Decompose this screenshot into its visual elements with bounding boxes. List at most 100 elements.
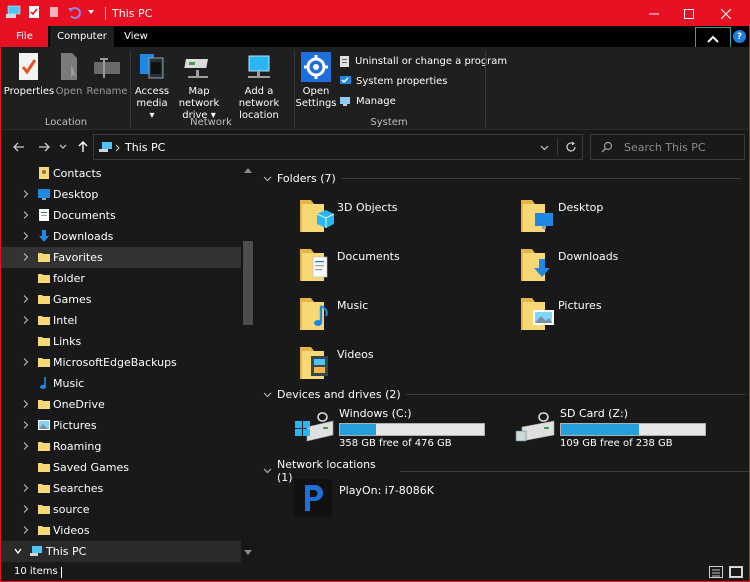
help-button[interactable]: ? xyxy=(733,30,746,43)
nav-pane-scrollbar[interactable] xyxy=(241,163,255,561)
close-button[interactable] xyxy=(707,1,745,26)
rename-label: Rename xyxy=(86,86,128,97)
tree-item-contacts[interactable]: Contacts xyxy=(1,163,241,184)
minimize-button[interactable] xyxy=(635,1,673,26)
scroll-up-icon[interactable] xyxy=(244,168,252,173)
chevron-right-icon[interactable] xyxy=(21,231,31,241)
map-network-drive-button[interactable]: Map network drive ▾ xyxy=(171,51,227,122)
arrow-left-icon xyxy=(13,142,24,152)
desktop-folder-icon xyxy=(37,187,51,201)
tree-item-downloads[interactable]: Downloads xyxy=(1,226,241,247)
chevron-down-icon xyxy=(263,468,272,474)
ribbon-tabs: File Computer View ? xyxy=(1,26,749,50)
tree-item-favorites[interactable]: Favorites xyxy=(1,247,241,268)
chevron-right-icon[interactable] xyxy=(21,210,31,220)
tree-item-source[interactable]: source xyxy=(1,499,241,520)
tree-item-links[interactable]: Links xyxy=(1,331,241,352)
address-bar[interactable]: This PC xyxy=(93,134,583,160)
up-button[interactable] xyxy=(75,139,91,155)
drives-section-header[interactable]: Devices and drives (2) xyxy=(263,388,746,401)
drive-tile-windows-c[interactable]: Windows (C:) 358 GB free of 476 GB xyxy=(293,407,503,451)
chevron-right-icon[interactable] xyxy=(21,441,31,451)
folder-tile-documents[interactable]: Documents xyxy=(299,245,499,289)
forward-button[interactable] xyxy=(36,139,52,155)
chevron-right-icon[interactable] xyxy=(21,252,31,262)
properties-qat-icon[interactable] xyxy=(27,5,41,19)
details-view-icon[interactable] xyxy=(709,566,723,578)
tree-item-label: Videos xyxy=(53,524,90,537)
recent-locations-button[interactable] xyxy=(55,139,71,155)
tab-file[interactable]: File xyxy=(1,26,48,47)
chevron-down-icon[interactable] xyxy=(13,546,23,556)
chevron-right-icon[interactable] xyxy=(21,525,31,535)
chevron-right-icon[interactable] xyxy=(21,315,31,325)
tab-computer[interactable]: Computer xyxy=(50,26,114,47)
tree-item-folder[interactable]: folder xyxy=(1,268,241,289)
folder-icon xyxy=(37,523,51,537)
folder-tile-desktop[interactable]: Desktop xyxy=(520,196,720,240)
open-settings-button[interactable]: Open Settings xyxy=(296,51,337,110)
chevron-down-icon[interactable] xyxy=(540,145,549,151)
folder-tile-downloads[interactable]: Downloads xyxy=(520,245,720,289)
tree-item-intel[interactable]: Intel xyxy=(1,310,241,331)
chevron-right-icon[interactable] xyxy=(21,294,31,304)
folder-icon xyxy=(37,271,51,285)
uninstall-program-button[interactable]: Uninstall or change a program xyxy=(339,55,507,68)
system-properties-button[interactable]: System properties xyxy=(339,75,448,87)
tree-item-label: Desktop xyxy=(53,188,99,201)
chevron-right-icon[interactable] xyxy=(21,189,31,199)
search-box[interactable]: Search This PC xyxy=(590,134,745,160)
manage-button[interactable]: Manage xyxy=(339,95,396,107)
search-icon xyxy=(601,141,613,153)
folder-tile-videos[interactable]: Videos xyxy=(299,343,499,387)
tree-item-documents[interactable]: Documents xyxy=(1,205,241,226)
tree-item-label: Music xyxy=(53,377,85,390)
tree-item-videos[interactable]: Videos xyxy=(1,520,241,541)
chevron-right-icon[interactable] xyxy=(21,483,31,493)
open-button[interactable]: Open xyxy=(55,51,83,98)
drive-usage-bar xyxy=(339,423,485,436)
tree-item-saved-games[interactable]: Saved Games xyxy=(1,457,241,478)
chevron-right-icon[interactable] xyxy=(21,420,31,430)
folder-tile-music[interactable]: Music xyxy=(299,294,499,338)
scrollbar-thumb[interactable] xyxy=(243,241,253,325)
manage-label: Manage xyxy=(356,95,396,107)
tree-item-microsoftedgebackups[interactable]: MicrosoftEdgeBackups xyxy=(1,352,241,373)
qat-customize-icon[interactable] xyxy=(87,8,95,16)
tree-item-searches[interactable]: Searches xyxy=(1,478,241,499)
network-tile-playon[interactable]: PlayOn: i7-8086K xyxy=(293,479,493,523)
properties-button[interactable]: Properties xyxy=(4,51,54,98)
chevron-right-icon[interactable] xyxy=(21,399,31,409)
undo-icon[interactable] xyxy=(67,5,81,19)
rename-button[interactable]: Rename xyxy=(86,51,128,98)
drive-usage-bar xyxy=(560,423,706,436)
tree-item-games[interactable]: Games xyxy=(1,289,241,310)
folders-section-header[interactable]: Folders (7) xyxy=(263,172,741,185)
folder-name: Music xyxy=(337,299,369,312)
folder-tile-pictures[interactable]: Pictures xyxy=(520,294,720,338)
new-folder-qat-icon[interactable] xyxy=(47,5,61,19)
folder-tile-3d-objects[interactable]: 3D Objects xyxy=(299,196,499,240)
folder-icon xyxy=(37,502,51,516)
chevron-right-icon[interactable] xyxy=(21,504,31,514)
tree-item-pictures[interactable]: Pictures xyxy=(1,415,241,436)
tree-item-onedrive[interactable]: OneDrive xyxy=(1,394,241,415)
tree-item-music[interactable]: Music xyxy=(1,373,241,394)
tree-item-roaming[interactable]: Roaming xyxy=(1,436,241,457)
scroll-down-icon[interactable] xyxy=(244,550,252,555)
refresh-icon[interactable] xyxy=(565,141,577,153)
large-icons-view-icon[interactable] xyxy=(729,566,743,578)
add-network-location-button[interactable]: Add a network location xyxy=(229,51,289,122)
tree-item-this-pc[interactable]: This PC xyxy=(1,541,241,562)
back-button[interactable] xyxy=(11,139,27,155)
search-placeholder: Search This PC xyxy=(624,141,706,154)
chevron-right-icon[interactable] xyxy=(21,357,31,367)
access-media-button[interactable]: Access media ▾ xyxy=(134,51,170,122)
drive-tile-sd-card-z[interactable]: SD Card (Z:) 109 GB free of 238 GB xyxy=(514,407,724,451)
tree-item-desktop[interactable]: Desktop xyxy=(1,184,241,205)
this-pc-icon[interactable] xyxy=(5,5,21,19)
drive-usage-fill xyxy=(340,424,376,435)
tab-view[interactable]: View xyxy=(117,26,155,47)
sd-card-drive-icon xyxy=(515,412,555,442)
maximize-button[interactable] xyxy=(670,1,708,26)
